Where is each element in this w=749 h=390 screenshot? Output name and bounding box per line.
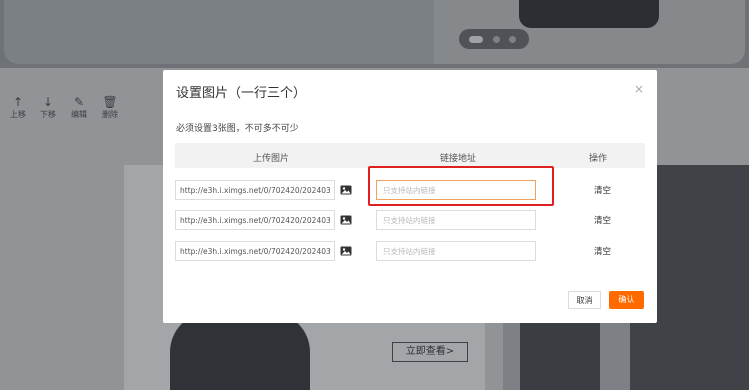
clear-button[interactable]: 清空 bbox=[594, 245, 611, 257]
table-header: 上传图片 链接地址 操作 bbox=[175, 143, 645, 168]
image-upload-icon[interactable] bbox=[340, 245, 352, 257]
move-down-tool: ↓ 下移 bbox=[34, 96, 62, 120]
model-image bbox=[170, 312, 310, 390]
edit-icon: ✎ bbox=[73, 95, 85, 109]
delete-tool: 🗑 删除 bbox=[96, 96, 124, 120]
tool-label: 删除 bbox=[102, 110, 118, 119]
view-now-button: 立即查看> bbox=[392, 342, 468, 362]
carousel-indicator bbox=[459, 29, 529, 49]
trash-icon: 🗑 bbox=[102, 95, 118, 109]
link-address-input[interactable] bbox=[376, 210, 536, 230]
carousel-dot-active bbox=[469, 36, 483, 43]
column-header-action: 操作 bbox=[589, 154, 608, 164]
carousel-dot bbox=[509, 36, 516, 43]
column-header-link: 链接地址 bbox=[440, 154, 477, 164]
move-up-tool: ↑ 上移 bbox=[4, 96, 32, 120]
image-upload-icon[interactable] bbox=[340, 184, 352, 196]
table-row: 清空 bbox=[175, 241, 645, 263]
image-url-field[interactable] bbox=[175, 180, 335, 200]
banner-carousel bbox=[4, 0, 745, 64]
confirm-button[interactable]: 确认 bbox=[609, 291, 644, 309]
image-upload-icon[interactable] bbox=[340, 214, 352, 226]
image-url-field[interactable] bbox=[175, 241, 335, 261]
close-icon[interactable]: × bbox=[634, 82, 644, 96]
edit-tool: ✎ 编辑 bbox=[65, 96, 93, 120]
dialog-title: 设置图片（一行三个） bbox=[176, 86, 307, 101]
link-address-input[interactable] bbox=[376, 241, 536, 261]
arrow-up-icon: ↑ bbox=[12, 95, 24, 109]
clear-button[interactable]: 清空 bbox=[594, 184, 611, 196]
cancel-button[interactable]: 取消 bbox=[568, 291, 601, 309]
annotation-highlight-box bbox=[368, 166, 554, 206]
dialog-notice: 必须设置3张图，不可多不可少 bbox=[176, 124, 299, 134]
image-url-field[interactable] bbox=[175, 210, 335, 230]
clear-button[interactable]: 清空 bbox=[594, 214, 611, 226]
carousel-dot bbox=[493, 36, 500, 43]
column-header-upload: 上传图片 bbox=[253, 154, 290, 164]
tool-label: 下移 bbox=[40, 110, 56, 119]
table-row: 清空 bbox=[175, 210, 645, 232]
tool-label: 上移 bbox=[10, 110, 26, 119]
banner-model-image bbox=[519, 0, 659, 28]
tool-label: 编辑 bbox=[71, 110, 87, 119]
arrow-down-icon: ↓ bbox=[42, 95, 54, 109]
